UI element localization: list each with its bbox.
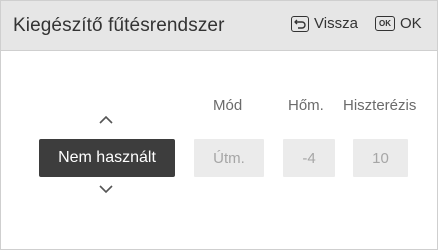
heating-source-selector[interactable]: Nem használt: [39, 139, 175, 177]
ok-button[interactable]: OK OK: [375, 15, 422, 32]
temperature-column-label: Hőm.: [288, 97, 324, 114]
ok-key-icon: OK: [375, 16, 395, 31]
temperature-value-field: -4: [283, 139, 335, 177]
mode-column-label: Mód: [213, 97, 243, 114]
hysteresis-column-label: Hiszterézis: [343, 97, 417, 114]
mode-value-field: Útm.: [194, 139, 264, 177]
ok-label: OK: [400, 15, 422, 32]
hysteresis-value-field: 10: [353, 139, 408, 177]
back-label: Vissza: [314, 15, 358, 32]
back-arrow-icon: [291, 15, 309, 32]
chevron-up-icon[interactable]: [96, 113, 116, 127]
page-title: Kiegészítő fűtésrendszer: [13, 15, 225, 36]
screen: Kiegészítő fűtésrendszer Vissza OK OK Mó…: [0, 0, 438, 250]
back-button[interactable]: Vissza: [291, 15, 358, 32]
header-bar: Kiegészítő fűtésrendszer Vissza OK OK: [1, 1, 437, 51]
chevron-down-icon[interactable]: [96, 182, 116, 196]
